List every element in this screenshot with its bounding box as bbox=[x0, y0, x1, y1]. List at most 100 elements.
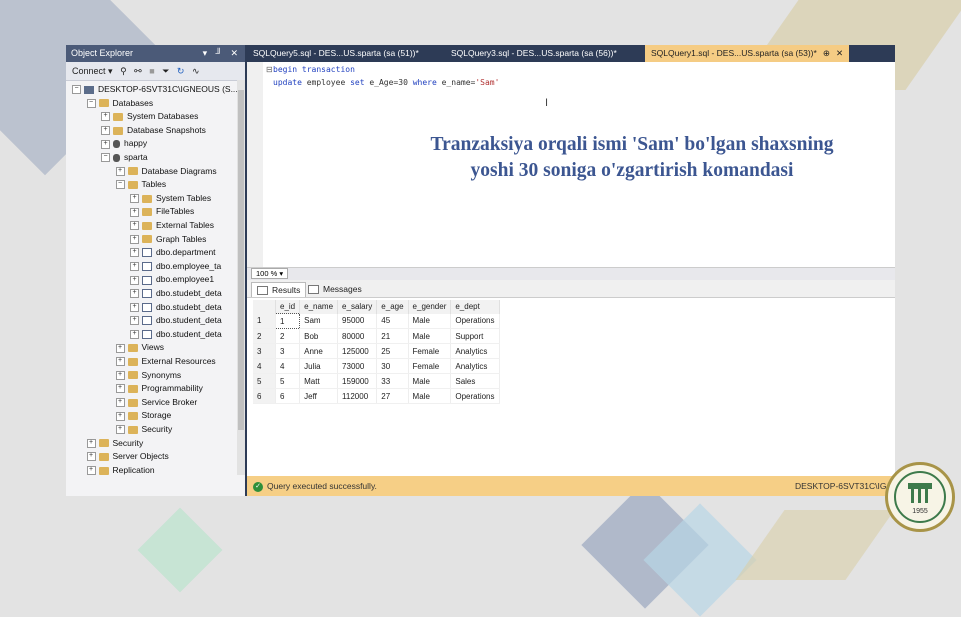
grid-cell[interactable]: Bob bbox=[299, 328, 339, 344]
grid-cell[interactable]: 2 bbox=[275, 328, 301, 344]
grid-cell[interactable]: 125000 bbox=[337, 343, 378, 359]
table-row[interactable]: 3 3 Anne 125000 25 Female Analytics bbox=[253, 343, 500, 359]
tree-node[interactable]: + dbo.employee1 bbox=[130, 273, 214, 286]
scrollbar-thumb[interactable] bbox=[238, 90, 244, 430]
grid-cell[interactable]: Julia bbox=[299, 358, 339, 374]
expand-icon[interactable]: + bbox=[86, 466, 96, 476]
tree-node[interactable]: + Database Snapshots bbox=[101, 124, 206, 137]
column-header[interactable]: e_salary bbox=[337, 300, 378, 314]
document-tab[interactable]: SQLQuery3.sql - DES...US.sparta (sa (56)… bbox=[445, 45, 623, 62]
collapse-icon[interactable]: − bbox=[86, 98, 96, 108]
tree-node[interactable]: − Databases bbox=[86, 97, 153, 110]
tree-node[interactable]: + Server Objects bbox=[86, 450, 169, 463]
tree-node[interactable]: + FileTables bbox=[130, 205, 194, 218]
tree-node[interactable]: + dbo.employee_ta bbox=[130, 260, 221, 273]
grid-cell[interactable]: 3 bbox=[275, 343, 301, 359]
tree-node[interactable]: + dbo.studebt_deta bbox=[130, 301, 222, 314]
stop-icon[interactable]: ■ bbox=[149, 66, 154, 76]
tree-node[interactable]: + System Tables bbox=[130, 192, 211, 205]
expand-icon[interactable]: + bbox=[130, 262, 139, 272]
filter-icon[interactable]: ⏷ bbox=[162, 66, 169, 76]
column-header[interactable]: e_age bbox=[376, 300, 409, 314]
grid-cell[interactable]: Matt bbox=[299, 373, 339, 389]
query-editor[interactable]: ⊟ begin transaction update employee set … bbox=[247, 62, 895, 267]
grid-cell[interactable]: Analytics bbox=[450, 358, 500, 374]
grid-cell[interactable]: 6 bbox=[275, 388, 301, 404]
tree-node[interactable]: + Synonyms bbox=[115, 369, 181, 382]
expand-icon[interactable]: + bbox=[115, 357, 125, 367]
column-header[interactable]: e_dept bbox=[450, 300, 500, 314]
grid-cell[interactable]: 25 bbox=[376, 343, 409, 359]
tree-node[interactable]: + Storage bbox=[115, 409, 171, 422]
object-explorer-scrollbar[interactable] bbox=[237, 80, 245, 475]
grid-cell[interactable]: Sales bbox=[450, 373, 500, 389]
table-row[interactable]: 5 5 Matt 159000 33 Male Sales bbox=[253, 373, 500, 389]
grid-cell[interactable]: 27 bbox=[376, 388, 409, 404]
grid-cell[interactable]: Male bbox=[408, 388, 452, 404]
document-tab[interactable]: SQLQuery5.sql - DES...US.sparta (sa (51)… bbox=[247, 45, 425, 62]
row-number[interactable]: 6 bbox=[253, 388, 276, 404]
grid-cell[interactable]: 21 bbox=[376, 328, 409, 344]
expand-icon[interactable]: + bbox=[86, 452, 96, 462]
expand-icon[interactable]: + bbox=[130, 289, 139, 299]
expand-icon[interactable]: + bbox=[86, 438, 96, 448]
code-line-1[interactable]: begin transaction bbox=[273, 65, 355, 74]
code-line-2[interactable]: update employee set e_Age=30 where e_nam… bbox=[273, 78, 499, 87]
connect-button[interactable]: Connect ▾ bbox=[72, 66, 113, 76]
results-grid[interactable]: e_id e_name e_salary e_age e_gender e_dept 1 1 S… bbox=[253, 300, 500, 404]
grid-cell[interactable]: Female bbox=[408, 343, 452, 359]
expand-icon[interactable]: + bbox=[130, 316, 139, 326]
grid-cell[interactable]: Support bbox=[450, 328, 500, 344]
tree-node[interactable]: + dbo.student_deta bbox=[130, 314, 222, 327]
row-number[interactable]: 5 bbox=[253, 373, 276, 389]
tree-node[interactable]: + Graph Tables bbox=[130, 233, 206, 246]
zoom-select[interactable]: 100 % ▾ bbox=[251, 268, 289, 279]
expand-icon[interactable]: + bbox=[130, 207, 139, 217]
connect-icon[interactable]: ⚲ bbox=[120, 66, 127, 76]
expand-icon[interactable]: + bbox=[130, 330, 139, 340]
grid-cell[interactable]: 73000 bbox=[337, 358, 378, 374]
grid-cell[interactable]: 30 bbox=[376, 358, 409, 374]
row-number[interactable]: 4 bbox=[253, 358, 276, 374]
expand-icon[interactable]: + bbox=[115, 398, 125, 408]
row-number[interactable]: 2 bbox=[253, 328, 276, 344]
column-header[interactable]: e_gender bbox=[408, 300, 452, 314]
expand-icon[interactable]: + bbox=[115, 370, 125, 380]
grid-cell[interactable]: 45 bbox=[376, 313, 409, 329]
table-row[interactable]: 1 1 Sam 95000 45 Male Operations bbox=[253, 313, 500, 329]
grid-cell[interactable]: Operations bbox=[450, 313, 500, 329]
grid-cell[interactable]: 1 bbox=[274, 313, 301, 329]
tree-node[interactable]: − Tables bbox=[115, 178, 166, 191]
table-row[interactable]: 2 2 Bob 80000 21 Male Support bbox=[253, 328, 500, 344]
grid-cell[interactable]: 95000 bbox=[337, 313, 378, 329]
expand-icon[interactable]: + bbox=[115, 343, 125, 353]
grid-cell[interactable]: Male bbox=[408, 328, 452, 344]
grid-cell[interactable]: 33 bbox=[376, 373, 409, 389]
tree-node[interactable]: + happy bbox=[101, 137, 147, 150]
grid-cell[interactable]: 112000 bbox=[337, 388, 378, 404]
activity-icon[interactable]: ∿ bbox=[192, 66, 200, 76]
tree-node[interactable]: + Views bbox=[115, 341, 164, 354]
expand-icon[interactable]: + bbox=[115, 384, 125, 394]
expand-icon[interactable]: + bbox=[101, 139, 110, 149]
tab-results[interactable]: Results bbox=[251, 282, 307, 297]
tree-node[interactable]: + Service Broker bbox=[115, 396, 197, 409]
grid-cell[interactable]: Jeff bbox=[299, 388, 339, 404]
tree-node[interactable]: + Security bbox=[86, 437, 143, 450]
table-row[interactable]: 4 4 Julia 73000 30 Female Analytics bbox=[253, 358, 500, 374]
table-row[interactable]: 6 6 Jeff 112000 27 Male Operations bbox=[253, 388, 500, 404]
grid-cell[interactable]: Female bbox=[408, 358, 452, 374]
pin-icon[interactable]: ⊕ bbox=[823, 48, 830, 58]
expand-icon[interactable]: + bbox=[130, 194, 139, 204]
grid-cell[interactable]: Male bbox=[408, 373, 452, 389]
tree-node[interactable]: − DESKTOP-6SVT31C\IGNEOUS (S... bbox=[72, 83, 238, 96]
disconnect-icon[interactable]: ⚯ bbox=[134, 66, 142, 76]
tree-node[interactable]: + Replication bbox=[86, 464, 155, 477]
column-header[interactable]: e_name bbox=[299, 300, 339, 314]
tree-node[interactable]: + Database Diagrams bbox=[115, 165, 217, 178]
expand-icon[interactable]: + bbox=[130, 234, 139, 244]
grid-cell[interactable]: 5 bbox=[275, 373, 301, 389]
expand-icon[interactable]: + bbox=[130, 302, 139, 312]
grid-cell[interactable]: 159000 bbox=[337, 373, 378, 389]
expand-icon[interactable]: + bbox=[130, 221, 139, 231]
